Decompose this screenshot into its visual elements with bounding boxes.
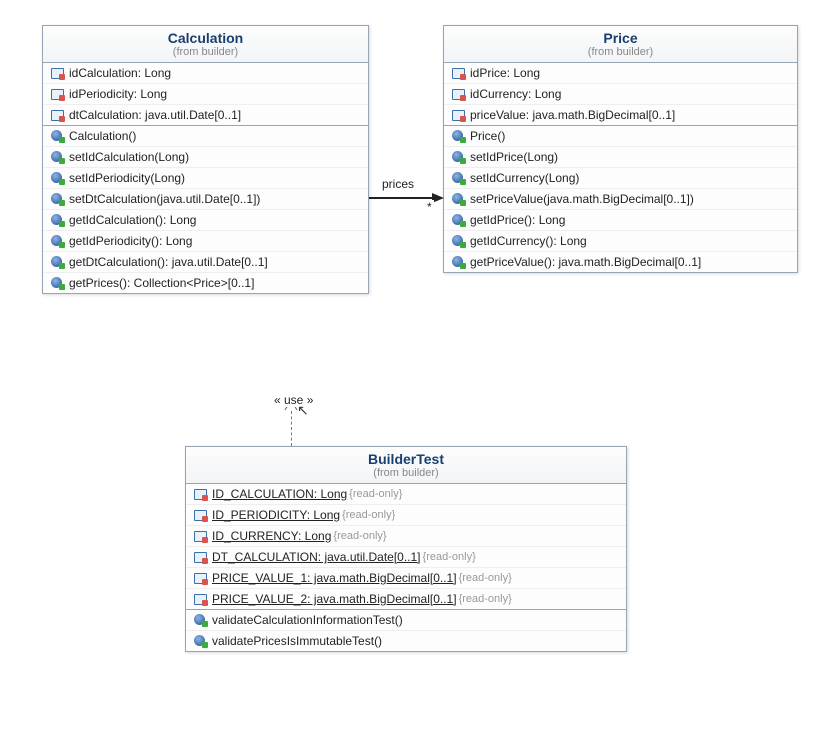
class-price[interactable]: Price (from builder) idPrice: Long idCur… xyxy=(443,25,798,273)
attribute-row[interactable]: PRICE_VALUE_1: java.math.BigDecimal[0..1… xyxy=(186,568,626,589)
method-icon xyxy=(51,214,65,226)
attribute-icon xyxy=(194,551,208,563)
attribute-row[interactable]: PRICE_VALUE_2: java.math.BigDecimal[0..1… xyxy=(186,589,626,609)
class-calculation[interactable]: Calculation (from builder) idCalculation… xyxy=(42,25,369,294)
attribute-icon xyxy=(452,88,466,100)
dependency-line[interactable] xyxy=(291,411,292,446)
attribute-icon xyxy=(194,593,208,605)
method-icon xyxy=(194,635,208,647)
attribute-icon xyxy=(194,509,208,521)
method-row[interactable]: setIdCurrency(Long) xyxy=(444,168,797,189)
methods-compartment: Price() setIdPrice(Long) setIdCurrency(L… xyxy=(444,126,797,272)
method-row[interactable]: getIdCurrency(): Long xyxy=(444,231,797,252)
dependency-stereotype-label[interactable]: « use » xyxy=(272,393,315,407)
class-buildertest[interactable]: BuilderTest (from builder) ID_CALCULATIO… xyxy=(185,446,627,652)
method-row[interactable]: setIdCalculation(Long) xyxy=(43,147,368,168)
association-line[interactable] xyxy=(369,197,433,199)
association-role-label[interactable]: prices xyxy=(380,177,416,191)
class-header: BuilderTest (from builder) xyxy=(186,447,626,484)
method-icon xyxy=(452,172,466,184)
attribute-row[interactable]: idCurrency: Long xyxy=(444,84,797,105)
method-icon xyxy=(51,256,65,268)
attribute-icon xyxy=(194,488,208,500)
attribute-row[interactable]: ID_PERIODICITY: Long{read-only} xyxy=(186,505,626,526)
attribute-row[interactable]: idPeriodicity: Long xyxy=(43,84,368,105)
class-name: Calculation xyxy=(51,30,360,46)
cursor-icon: ↖ xyxy=(297,402,309,419)
method-icon xyxy=(452,193,466,205)
attribute-row[interactable]: idCalculation: Long xyxy=(43,63,368,84)
method-icon xyxy=(51,151,65,163)
class-name: Price xyxy=(452,30,789,46)
method-icon xyxy=(51,277,65,289)
method-row[interactable]: setDtCalculation(java.util.Date[0..1]) xyxy=(43,189,368,210)
class-header: Calculation (from builder) xyxy=(43,26,368,63)
method-row[interactable]: getPriceValue(): java.math.BigDecimal[0.… xyxy=(444,252,797,272)
attributes-compartment: ID_CALCULATION: Long{read-only} ID_PERIO… xyxy=(186,484,626,610)
methods-compartment: Calculation() setIdCalculation(Long) set… xyxy=(43,126,368,293)
method-row[interactable]: Calculation() xyxy=(43,126,368,147)
method-row[interactable]: getIdPeriodicity(): Long xyxy=(43,231,368,252)
class-name: BuilderTest xyxy=(194,451,618,467)
attribute-icon xyxy=(51,109,65,121)
attribute-row[interactable]: idPrice: Long xyxy=(444,63,797,84)
attribute-icon xyxy=(51,67,65,79)
method-icon xyxy=(51,130,65,142)
method-icon xyxy=(51,193,65,205)
class-package: (from builder) xyxy=(51,46,360,58)
attribute-icon xyxy=(194,530,208,542)
method-icon xyxy=(452,256,466,268)
method-row[interactable]: getPrices(): Collection<Price>[0..1] xyxy=(43,273,368,293)
attribute-row[interactable]: priceValue: java.math.BigDecimal[0..1] xyxy=(444,105,797,125)
method-row[interactable]: Price() xyxy=(444,126,797,147)
method-icon xyxy=(452,151,466,163)
method-icon xyxy=(51,235,65,247)
attribute-icon xyxy=(452,109,466,121)
attribute-row[interactable]: ID_CURRENCY: Long{read-only} xyxy=(186,526,626,547)
association-multiplicity-label[interactable]: * xyxy=(425,200,434,214)
attributes-compartment: idCalculation: Long idPeriodicity: Long … xyxy=(43,63,368,126)
method-row[interactable]: setPriceValue(java.math.BigDecimal[0..1]… xyxy=(444,189,797,210)
method-icon xyxy=(452,235,466,247)
method-icon xyxy=(452,214,466,226)
method-row[interactable]: setIdPeriodicity(Long) xyxy=(43,168,368,189)
method-row[interactable]: validatePricesIsImmutableTest() xyxy=(186,631,626,651)
attribute-icon xyxy=(51,88,65,100)
attributes-compartment: idPrice: Long idCurrency: Long priceValu… xyxy=(444,63,797,126)
class-header: Price (from builder) xyxy=(444,26,797,63)
arrow-head-icon xyxy=(432,193,444,203)
attribute-row[interactable]: dtCalculation: java.util.Date[0..1] xyxy=(43,105,368,125)
attribute-row[interactable]: DT_CALCULATION: java.util.Date[0..1]{rea… xyxy=(186,547,626,568)
method-icon xyxy=(51,172,65,184)
method-icon xyxy=(452,130,466,142)
method-row[interactable]: getDtCalculation(): java.util.Date[0..1] xyxy=(43,252,368,273)
class-package: (from builder) xyxy=(194,467,618,479)
attribute-icon xyxy=(452,67,466,79)
method-row[interactable]: validateCalculationInformationTest() xyxy=(186,610,626,631)
class-package: (from builder) xyxy=(452,46,789,58)
method-row[interactable]: getIdCalculation(): Long xyxy=(43,210,368,231)
method-row[interactable]: getIdPrice(): Long xyxy=(444,210,797,231)
attribute-icon xyxy=(194,572,208,584)
attribute-row[interactable]: ID_CALCULATION: Long{read-only} xyxy=(186,484,626,505)
method-icon xyxy=(194,614,208,626)
methods-compartment: validateCalculationInformationTest() val… xyxy=(186,610,626,651)
method-row[interactable]: setIdPrice(Long) xyxy=(444,147,797,168)
